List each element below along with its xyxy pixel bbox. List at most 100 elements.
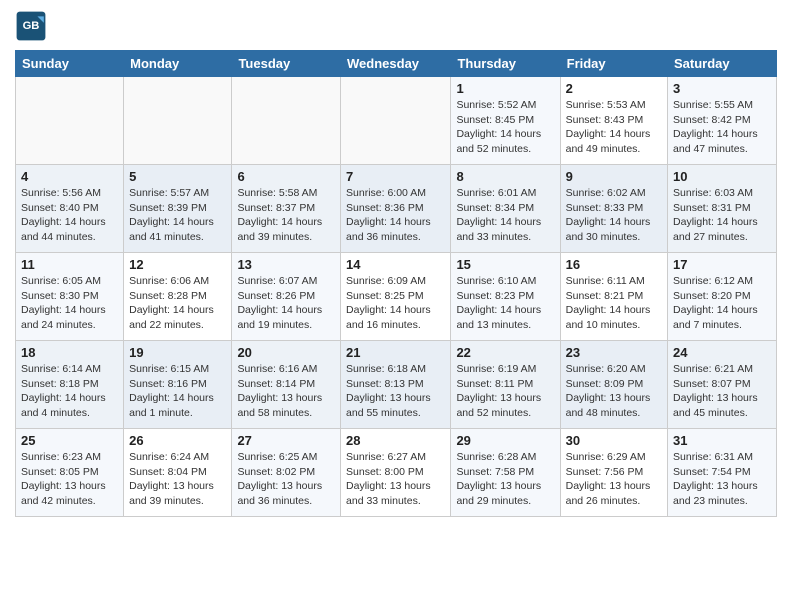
day-info: Sunrise: 6:18 AM Sunset: 8:13 PM Dayligh… bbox=[346, 362, 445, 421]
day-number: 24 bbox=[673, 345, 771, 360]
calendar-day: 4 Sunrise: 5:56 AM Sunset: 8:40 PM Daylig… bbox=[16, 165, 124, 253]
calendar-day: 3 Sunrise: 5:55 AM Sunset: 8:42 PM Daylig… bbox=[668, 77, 777, 165]
day-number: 11 bbox=[21, 257, 118, 272]
calendar-week-row: 4 Sunrise: 5:56 AM Sunset: 8:40 PM Daylig… bbox=[16, 165, 777, 253]
day-of-week-header: Saturday bbox=[668, 51, 777, 77]
day-number: 3 bbox=[673, 81, 771, 96]
calendar-day: 19 Sunrise: 6:15 AM Sunset: 8:16 PM Dayli… bbox=[124, 341, 232, 429]
day-info: Sunrise: 5:56 AM Sunset: 8:40 PM Dayligh… bbox=[21, 186, 118, 245]
day-info: Sunrise: 6:11 AM Sunset: 8:21 PM Dayligh… bbox=[566, 274, 662, 333]
day-info: Sunrise: 5:53 AM Sunset: 8:43 PM Dayligh… bbox=[566, 98, 662, 157]
day-number: 29 bbox=[456, 433, 554, 448]
day-info: Sunrise: 6:14 AM Sunset: 8:18 PM Dayligh… bbox=[21, 362, 118, 421]
calendar-day: 11 Sunrise: 6:05 AM Sunset: 8:30 PM Dayli… bbox=[16, 253, 124, 341]
day-info: Sunrise: 6:05 AM Sunset: 8:30 PM Dayligh… bbox=[21, 274, 118, 333]
calendar-week-row: 1Sunrise: 5:52 AM Sunset: 8:45 PM Daylig… bbox=[16, 77, 777, 165]
day-number: 19 bbox=[129, 345, 226, 360]
calendar-day: 12 Sunrise: 6:06 AM Sunset: 8:28 PM Dayli… bbox=[124, 253, 232, 341]
day-of-week-header: Friday bbox=[560, 51, 667, 77]
calendar-day: 13 Sunrise: 6:07 AM Sunset: 8:26 PM Dayli… bbox=[232, 253, 341, 341]
day-info: Sunrise: 6:31 AM Sunset: 7:54 PM Dayligh… bbox=[673, 450, 771, 509]
day-info: Sunrise: 6:07 AM Sunset: 8:26 PM Dayligh… bbox=[237, 274, 335, 333]
calendar-week-row: 25 Sunrise: 6:23 AM Sunset: 8:05 PM Dayli… bbox=[16, 429, 777, 517]
day-info: Sunrise: 5:52 AM Sunset: 8:45 PM Dayligh… bbox=[456, 98, 554, 157]
day-number: 4 bbox=[21, 169, 118, 184]
day-number: 17 bbox=[673, 257, 771, 272]
calendar-day: 15Sunrise: 6:10 AM Sunset: 8:23 PM Dayli… bbox=[451, 253, 560, 341]
calendar-week-row: 18 Sunrise: 6:14 AM Sunset: 8:18 PM Dayli… bbox=[16, 341, 777, 429]
calendar-day: 7 Sunrise: 6:00 AM Sunset: 8:36 PM Daylig… bbox=[341, 165, 451, 253]
calendar-day: 21 Sunrise: 6:18 AM Sunset: 8:13 PM Dayli… bbox=[341, 341, 451, 429]
calendar-day: 18 Sunrise: 6:14 AM Sunset: 8:18 PM Dayli… bbox=[16, 341, 124, 429]
day-info: Sunrise: 5:55 AM Sunset: 8:42 PM Dayligh… bbox=[673, 98, 771, 157]
calendar-day: 10 Sunrise: 6:03 AM Sunset: 8:31 PM Dayli… bbox=[668, 165, 777, 253]
calendar-day: 24Sunrise: 6:21 AM Sunset: 8:07 PM Dayli… bbox=[668, 341, 777, 429]
day-info: Sunrise: 6:19 AM Sunset: 8:11 PM Dayligh… bbox=[456, 362, 554, 421]
day-number: 7 bbox=[346, 169, 445, 184]
day-info: Sunrise: 6:00 AM Sunset: 8:36 PM Dayligh… bbox=[346, 186, 445, 245]
calendar-day: 27Sunrise: 6:25 AM Sunset: 8:02 PM Dayli… bbox=[232, 429, 341, 517]
calendar-day: 5 Sunrise: 5:57 AM Sunset: 8:39 PM Daylig… bbox=[124, 165, 232, 253]
calendar-day: 26 Sunrise: 6:24 AM Sunset: 8:04 PM Dayli… bbox=[124, 429, 232, 517]
day-number: 13 bbox=[237, 257, 335, 272]
day-info: Sunrise: 5:58 AM Sunset: 8:37 PM Dayligh… bbox=[237, 186, 335, 245]
logo: GB bbox=[15, 10, 49, 42]
calendar-day: 9Sunrise: 6:02 AM Sunset: 8:33 PM Daylig… bbox=[560, 165, 667, 253]
day-info: Sunrise: 6:03 AM Sunset: 8:31 PM Dayligh… bbox=[673, 186, 771, 245]
day-number: 8 bbox=[456, 169, 554, 184]
day-number: 10 bbox=[673, 169, 771, 184]
logo-icon: GB bbox=[15, 10, 47, 42]
day-info: Sunrise: 6:29 AM Sunset: 7:56 PM Dayligh… bbox=[566, 450, 662, 509]
calendar-day: 25 Sunrise: 6:23 AM Sunset: 8:05 PM Dayli… bbox=[16, 429, 124, 517]
day-number: 30 bbox=[566, 433, 662, 448]
calendar-day: 31 Sunrise: 6:31 AM Sunset: 7:54 PM Dayli… bbox=[668, 429, 777, 517]
day-of-week-header: Thursday bbox=[451, 51, 560, 77]
day-info: Sunrise: 6:12 AM Sunset: 8:20 PM Dayligh… bbox=[673, 274, 771, 333]
day-info: Sunrise: 6:25 AM Sunset: 8:02 PM Dayligh… bbox=[237, 450, 335, 509]
day-info: Sunrise: 6:15 AM Sunset: 8:16 PM Dayligh… bbox=[129, 362, 226, 421]
calendar-day: 2 Sunrise: 5:53 AM Sunset: 8:43 PM Daylig… bbox=[560, 77, 667, 165]
day-number: 23 bbox=[566, 345, 662, 360]
page-container: GB SundayMondayTuesdayWednesdayThursdayF… bbox=[0, 0, 792, 527]
day-info: Sunrise: 6:28 AM Sunset: 7:58 PM Dayligh… bbox=[456, 450, 554, 509]
day-info: Sunrise: 5:57 AM Sunset: 8:39 PM Dayligh… bbox=[129, 186, 226, 245]
calendar-table: SundayMondayTuesdayWednesdayThursdayFrid… bbox=[15, 50, 777, 517]
calendar-week-row: 11 Sunrise: 6:05 AM Sunset: 8:30 PM Dayli… bbox=[16, 253, 777, 341]
day-of-week-header: Tuesday bbox=[232, 51, 341, 77]
calendar-day: 23Sunrise: 6:20 AM Sunset: 8:09 PM Dayli… bbox=[560, 341, 667, 429]
day-info: Sunrise: 6:23 AM Sunset: 8:05 PM Dayligh… bbox=[21, 450, 118, 509]
day-info: Sunrise: 6:24 AM Sunset: 8:04 PM Dayligh… bbox=[129, 450, 226, 509]
day-number: 18 bbox=[21, 345, 118, 360]
calendar-day: 22 Sunrise: 6:19 AM Sunset: 8:11 PM Dayli… bbox=[451, 341, 560, 429]
calendar-day: 17 Sunrise: 6:12 AM Sunset: 8:20 PM Dayli… bbox=[668, 253, 777, 341]
calendar-empty bbox=[124, 77, 232, 165]
day-number: 31 bbox=[673, 433, 771, 448]
day-number: 14 bbox=[346, 257, 445, 272]
calendar-day: 8Sunrise: 6:01 AM Sunset: 8:34 PM Daylig… bbox=[451, 165, 560, 253]
calendar-empty bbox=[232, 77, 341, 165]
day-number: 21 bbox=[346, 345, 445, 360]
calendar-day: 20 Sunrise: 6:16 AM Sunset: 8:14 PM Dayli… bbox=[232, 341, 341, 429]
day-number: 25 bbox=[21, 433, 118, 448]
day-number: 26 bbox=[129, 433, 226, 448]
day-of-week-header: Monday bbox=[124, 51, 232, 77]
day-info: Sunrise: 6:16 AM Sunset: 8:14 PM Dayligh… bbox=[237, 362, 335, 421]
day-info: Sunrise: 6:06 AM Sunset: 8:28 PM Dayligh… bbox=[129, 274, 226, 333]
day-number: 6 bbox=[237, 169, 335, 184]
calendar-day: 30 Sunrise: 6:29 AM Sunset: 7:56 PM Dayli… bbox=[560, 429, 667, 517]
day-number: 20 bbox=[237, 345, 335, 360]
day-number: 22 bbox=[456, 345, 554, 360]
day-info: Sunrise: 6:10 AM Sunset: 8:23 PM Dayligh… bbox=[456, 274, 554, 333]
day-of-week-header: Wednesday bbox=[341, 51, 451, 77]
day-info: Sunrise: 6:09 AM Sunset: 8:25 PM Dayligh… bbox=[346, 274, 445, 333]
calendar-day: 6 Sunrise: 5:58 AM Sunset: 8:37 PM Daylig… bbox=[232, 165, 341, 253]
day-number: 5 bbox=[129, 169, 226, 184]
day-number: 12 bbox=[129, 257, 226, 272]
calendar-day: 16 Sunrise: 6:11 AM Sunset: 8:21 PM Dayli… bbox=[560, 253, 667, 341]
day-number: 2 bbox=[566, 81, 662, 96]
calendar-header-row: SundayMondayTuesdayWednesdayThursdayFrid… bbox=[16, 51, 777, 77]
calendar-day: 1Sunrise: 5:52 AM Sunset: 8:45 PM Daylig… bbox=[451, 77, 560, 165]
page-header: GB bbox=[15, 10, 777, 42]
calendar-empty bbox=[16, 77, 124, 165]
day-number: 16 bbox=[566, 257, 662, 272]
